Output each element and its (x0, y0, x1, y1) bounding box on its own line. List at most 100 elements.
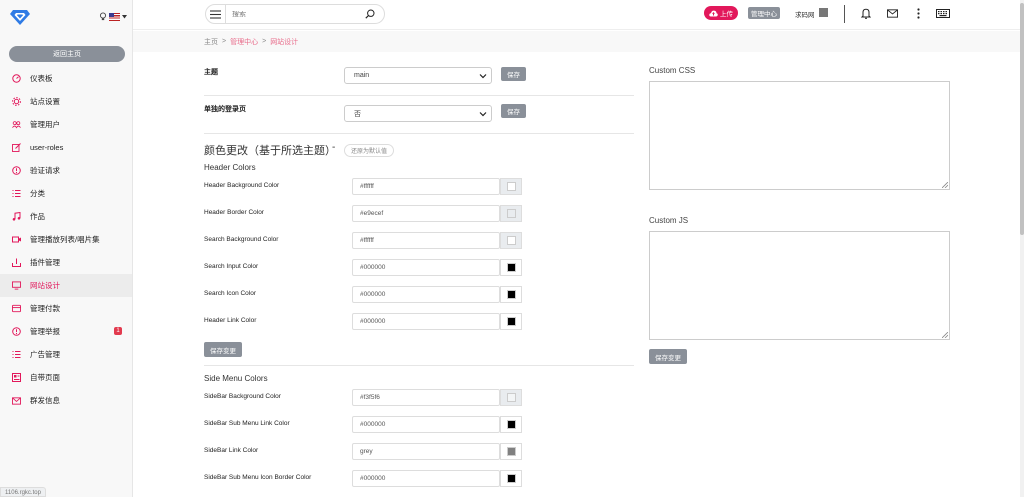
bell-icon[interactable] (860, 8, 871, 19)
sidebar-item-label: 作品 (30, 212, 45, 221)
custom-css-textarea[interactable] (649, 81, 950, 190)
color-swatch-picker[interactable] (500, 259, 522, 276)
breadcrumb-current: 网站设计 (270, 38, 299, 46)
sidebar-nav: 仪表板 站点设置 管理用户 user-roles 验证请求 分类 作品 管理播放… (0, 67, 132, 412)
sidebar-item-label: 网站设计 (30, 281, 60, 290)
color-value-input[interactable]: #000000 (352, 416, 500, 433)
sidebar-item-reports[interactable]: 管理举报 1 (0, 320, 132, 343)
color-label: Header Link Color (204, 317, 257, 324)
color-value-input[interactable]: #000000 (352, 470, 500, 487)
color-swatch (506, 263, 516, 272)
sidebar-item-pages[interactable]: 自带页面 (0, 366, 132, 389)
upload-button[interactable]: 上传 (704, 6, 738, 20)
color-swatch-picker[interactable] (500, 286, 522, 303)
color-label: Search Background Color (204, 236, 279, 243)
breadcrumb: 主页 > 管理中心 > 网站设计 (133, 31, 1024, 52)
save-header-colors-button[interactable]: 保存变更 (204, 342, 242, 357)
list-icon (12, 189, 21, 198)
color-swatch-picker[interactable] (500, 416, 522, 433)
divider (204, 95, 634, 96)
color-value-input[interactable]: #f3f5f6 (352, 389, 500, 406)
color-label: SideBar Background Color (204, 393, 281, 400)
color-label: Search Icon Color (204, 290, 257, 297)
sidebar-item-user-roles[interactable]: user-roles (0, 136, 132, 159)
login-page-label: 单独的登录页 (204, 106, 246, 113)
save-theme-button[interactable]: 保存 (501, 67, 526, 81)
color-swatch (506, 474, 516, 483)
custom-js-textarea[interactable] (649, 231, 950, 340)
color-swatch-picker[interactable] (500, 443, 522, 460)
sidebar-item-dashboard[interactable]: 仪表板 (0, 67, 132, 90)
login-page-select-value: 否 (354, 110, 361, 118)
theme-select[interactable]: main (344, 67, 492, 84)
color-swatch-picker[interactable] (500, 232, 522, 249)
scrollbar-thumb[interactable] (1020, 3, 1024, 235)
logo-diamond-icon[interactable] (10, 9, 30, 25)
color-swatch-picker[interactable] (500, 470, 522, 487)
settings-icon (12, 97, 21, 106)
color-swatch-picker[interactable] (500, 178, 522, 195)
scrollbar[interactable] (1020, 0, 1024, 497)
header-divider (844, 5, 845, 23)
admin-center-button[interactable]: 管理中心 (748, 7, 780, 19)
breadcrumb-home[interactable]: 主页 (204, 37, 218, 47)
sidebar-item-categories[interactable]: 分类 (0, 182, 132, 205)
resize-handle-icon[interactable] (942, 332, 948, 338)
sidebar-item-verify-requests[interactable]: 验证请求 (0, 159, 132, 182)
menu-icon[interactable] (206, 4, 226, 24)
sidebar-item-works[interactable]: 作品 (0, 205, 132, 228)
save-custom-code-button[interactable]: 保存变更 (649, 349, 687, 364)
lightbulb-icon[interactable] (99, 12, 107, 21)
color-value-input[interactable]: #000000 (352, 313, 500, 330)
dashboard-icon (12, 74, 21, 83)
avatar[interactable] (819, 8, 828, 17)
color-value-input[interactable]: #ffffff (352, 232, 500, 249)
sidebar-item-mass-message[interactable]: 群发信息 (0, 389, 132, 412)
user-name[interactable]: 求码网 (795, 9, 815, 19)
alert-icon (12, 327, 21, 336)
search-input[interactable] (232, 10, 362, 18)
cloud-upload-icon (709, 10, 718, 16)
keyboard-icon[interactable] (936, 8, 950, 19)
color-value-input[interactable]: #e9ecef (352, 205, 500, 222)
sidebar-item-label: 广告管理 (30, 350, 60, 359)
resize-handle-icon[interactable] (942, 182, 948, 188)
color-value-input[interactable]: grey (352, 443, 500, 460)
back-home-button[interactable]: 返回主页 (9, 46, 125, 62)
sidebar-item-site-settings[interactable]: 站点设置 (0, 90, 132, 113)
status-url: 1106.rgkc.top (0, 487, 46, 497)
breadcrumb-admin[interactable]: 管理中心 (230, 37, 258, 47)
download-icon (12, 258, 21, 267)
color-swatch-picker[interactable] (500, 205, 522, 222)
side-menu-colors-title: Side Menu Colors (204, 374, 268, 383)
list-icon (12, 350, 21, 359)
chevron-down-icon (479, 112, 487, 117)
color-value-input[interactable]: #000000 (352, 286, 500, 303)
save-login-page-button[interactable]: 保存 (501, 104, 526, 118)
color-swatch (506, 393, 516, 402)
color-swatch-picker[interactable] (500, 313, 522, 330)
sidebar-item-ads[interactable]: 广告管理 (0, 343, 132, 366)
color-swatch-picker[interactable] (500, 389, 522, 406)
sidebar-item-site-design[interactable]: 网站设计 (0, 274, 132, 297)
sidebar-item-label: 群发信息 (30, 396, 60, 405)
color-value-input[interactable]: #ffffff (352, 178, 500, 195)
color-value-input[interactable]: #000000 (352, 259, 500, 276)
sidebar-item-label: 验证请求 (30, 166, 60, 175)
sidebar-item-plugins[interactable]: 插件管理 (0, 251, 132, 274)
sidebar-item-label: 管理付款 (30, 304, 60, 313)
sidebar-item-manage-users[interactable]: 管理用户 (0, 113, 132, 136)
login-page-select[interactable]: 否 (344, 105, 492, 122)
sidebar-item-payments[interactable]: 管理付款 (0, 297, 132, 320)
search-icon[interactable] (365, 9, 375, 19)
color-swatch (506, 290, 516, 299)
custom-js-label: Custom JS (649, 216, 689, 225)
color-swatch (506, 209, 516, 218)
language-selector[interactable] (99, 12, 127, 21)
reset-defaults-button[interactable]: 还原为默认值 (344, 144, 395, 157)
color-changes-title: 颜色更改（基于所选主题） (204, 145, 336, 157)
sidebar-item-playlists[interactable]: 管理播放列表/唱片集 (0, 228, 132, 251)
alert-icon (12, 166, 21, 175)
mail-icon[interactable] (887, 8, 898, 19)
more-vertical-icon[interactable] (913, 8, 924, 19)
